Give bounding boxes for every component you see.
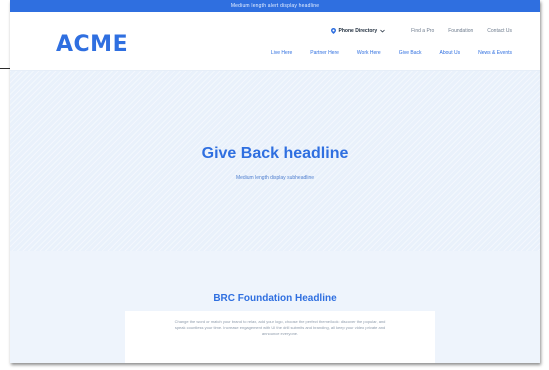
nav-item-work-here[interactable]: Work Here bbox=[357, 50, 381, 56]
location-label: Phone Directory bbox=[338, 28, 378, 34]
location-pin-icon bbox=[330, 28, 336, 34]
site-header: ACME Phone Directory Find a Pro Foundati… bbox=[10, 12, 540, 71]
card-link[interactable] bbox=[125, 361, 435, 363]
location-selector[interactable]: Phone Directory bbox=[330, 28, 386, 34]
nav-item-give-back[interactable]: Give Back bbox=[399, 50, 422, 56]
utility-nav: Phone Directory Find a Pro Foundation Co… bbox=[330, 28, 512, 34]
nav-item-news-events[interactable]: News & Events bbox=[478, 50, 512, 56]
utility-link-contact-us[interactable]: Contact Us bbox=[487, 28, 512, 34]
chevron-down-icon bbox=[380, 29, 385, 33]
promo-banner[interactable]: Medium length alert display headline bbox=[10, 0, 540, 12]
hero-section: Give Back headline Medium length display… bbox=[10, 71, 540, 251]
main-nav: Live Here Partner Here Work Here Give Ba… bbox=[271, 50, 512, 56]
foundation-section: BRC Foundation Headline Change the word … bbox=[10, 251, 540, 363]
nav-item-partner-here[interactable]: Partner Here bbox=[310, 50, 339, 56]
nav-item-live-here[interactable]: Live Here bbox=[271, 50, 292, 56]
utility-link-find-a-pro[interactable]: Find a Pro bbox=[411, 28, 434, 34]
hero-subtitle: Medium length display subheadline bbox=[235, 175, 315, 181]
nav-item-about-us[interactable]: About Us bbox=[440, 50, 461, 56]
browser-window: Medium length alert display headline ACM… bbox=[10, 0, 540, 363]
content-card: Change the word or match your brand to r… bbox=[125, 311, 435, 363]
screenshot-frame: Medium length alert display headline ACM… bbox=[0, 0, 549, 370]
utility-link-foundation[interactable]: Foundation bbox=[448, 28, 473, 34]
site-logo[interactable]: ACME bbox=[56, 32, 128, 57]
card-body-text: Change the word or match your brand to r… bbox=[174, 319, 386, 336]
section-title: BRC Foundation Headline bbox=[213, 293, 337, 304]
hero-title: Give Back headline bbox=[201, 145, 349, 162]
